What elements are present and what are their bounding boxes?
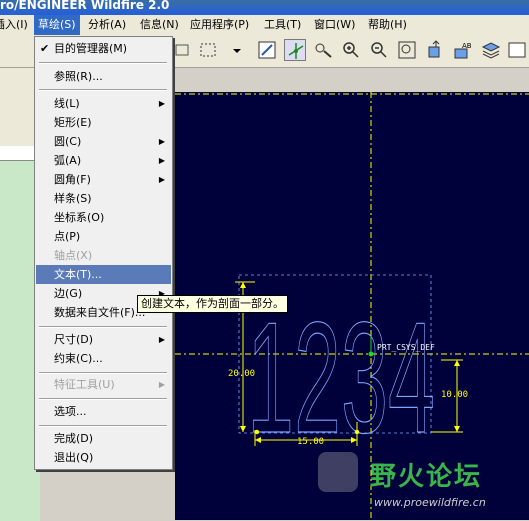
submenu-arrow-icon: ▶ <box>158 380 165 389</box>
menu-arc[interactable]: 弧(A) ▶ <box>36 151 171 170</box>
forum-logo-icon <box>318 452 358 492</box>
menu-sketch[interactable]: 草绘(S) <box>34 15 80 35</box>
forum-url: www.proewildfire.cn <box>374 496 486 509</box>
menu-quit[interactable]: 退出(Q) <box>36 448 171 467</box>
menu-window[interactable]: 窗口(W) <box>310 15 359 35</box>
dim-right-value: 10.00 <box>441 390 468 400</box>
sketch-menu-dropdown: ✔ 目的管理器(M) 参照(R)... 线(L) ▶ 矩形(E) 圆(C) ▶ 弧(… <box>34 36 173 470</box>
menu-fillet[interactable]: 圆角(F) ▶ <box>36 170 171 189</box>
menu-intent-manager[interactable]: ✔ 目的管理器(M) <box>36 39 171 58</box>
svg-text:AB: AB <box>462 42 472 50</box>
menu-bar: 插入(I) 草绘(S) 分析(A) 信息(N) 应用程序(P) 工具(T) 窗口… <box>0 15 529 35</box>
menu-tools[interactable]: 工具(T) <box>260 15 305 35</box>
submenu-arrow-icon: ▶ <box>158 137 165 146</box>
menu-spline[interactable]: 样条(S) <box>36 189 171 208</box>
title-bar: ro/ENGINEER Wildfire 2.0 <box>0 0 529 15</box>
menu-help[interactable]: 帮助(H) <box>364 15 411 35</box>
menu-analysis[interactable]: 分析(A) <box>84 15 130 35</box>
menu-arc-label: 弧(A) <box>54 154 82 167</box>
menu-done[interactable]: 完成(D) <box>36 429 171 448</box>
constraint-display-icon[interactable] <box>284 39 306 61</box>
menu-fillet-label: 圆角(F) <box>54 173 91 186</box>
menu-separator <box>39 89 167 91</box>
orient-icon[interactable] <box>424 39 446 61</box>
menu-applications[interactable]: 应用程序(P) <box>186 15 253 35</box>
menu-options[interactable]: 选项... <box>36 402 171 421</box>
menu-text[interactable]: 文本(T)... <box>36 265 171 284</box>
csys-label: PRT_CSYS_DEF <box>377 343 435 352</box>
zoom-in-icon[interactable] <box>340 39 362 61</box>
menu-circle-label: 圆(C) <box>54 135 82 148</box>
menu-intent-manager-label: 目的管理器(M) <box>54 42 128 55</box>
menu-separator <box>39 398 167 400</box>
text-display-icon[interactable]: AB <box>452 39 474 61</box>
selection-box-icon[interactable] <box>198 39 224 61</box>
submenu-arrow-icon: ▶ <box>158 99 165 108</box>
menu-feature-tools-label: 特征工具(U) <box>54 378 115 391</box>
menu-edge-label: 边(G) <box>54 287 83 300</box>
dim-width-value: 15.00 <box>297 437 324 447</box>
menu-dimension-label: 尺寸(D) <box>54 333 94 346</box>
forum-watermark: 野火论坛 www.proewildfire.cn <box>318 452 526 516</box>
menu-line-label: 线(L) <box>54 97 80 110</box>
window-title: ro/ENGINEER Wildfire 2.0 <box>0 0 170 12</box>
menu-separator <box>39 425 167 427</box>
menu-separator <box>39 326 167 328</box>
layers-icon[interactable] <box>480 39 502 61</box>
dim-height-value: 20.00 <box>228 369 255 379</box>
menu-line[interactable]: 线(L) ▶ <box>36 94 171 113</box>
dimension-display-icon[interactable] <box>312 39 334 61</box>
refit-icon[interactable] <box>396 39 418 61</box>
menu-rectangle[interactable]: 矩形(E) <box>36 113 171 132</box>
menu-axis-point: 轴点(X) <box>54 249 93 262</box>
menu-tooltip: 创建文本，作为剖面一部分。 <box>137 295 288 313</box>
sketch-view-icon[interactable] <box>256 39 278 61</box>
selection-dropdown-icon[interactable] <box>226 39 241 61</box>
window-icon[interactable] <box>506 39 528 61</box>
menu-dimension[interactable]: 尺寸(D) ▶ <box>36 330 171 349</box>
submenu-arrow-icon: ▶ <box>158 156 165 165</box>
submenu-arrow-icon: ▶ <box>158 335 165 344</box>
toolbar-separator-icon <box>172 39 194 61</box>
submenu-arrow-icon: ▶ <box>158 175 165 184</box>
menu-point[interactable]: 点(P) <box>36 227 171 246</box>
menu-info[interactable]: 信息(N) <box>136 15 183 35</box>
menu-separator <box>39 62 167 64</box>
menu-separator <box>39 372 167 374</box>
check-icon: ✔ <box>40 42 50 55</box>
menu-constraint[interactable]: 约束(C)... <box>36 349 171 368</box>
zoom-out-icon[interactable] <box>368 39 390 61</box>
menu-circle[interactable]: 圆(C) ▶ <box>36 132 171 151</box>
menu-coordinate-system[interactable]: 坐标系(O) <box>36 208 171 227</box>
forum-name: 野火论坛 <box>370 462 483 492</box>
menu-insert[interactable]: 插入(I) <box>0 15 32 35</box>
menu-references[interactable]: 参照(R)... <box>36 67 171 86</box>
menu-feature-tools: 特征工具(U) ▶ <box>36 375 171 394</box>
